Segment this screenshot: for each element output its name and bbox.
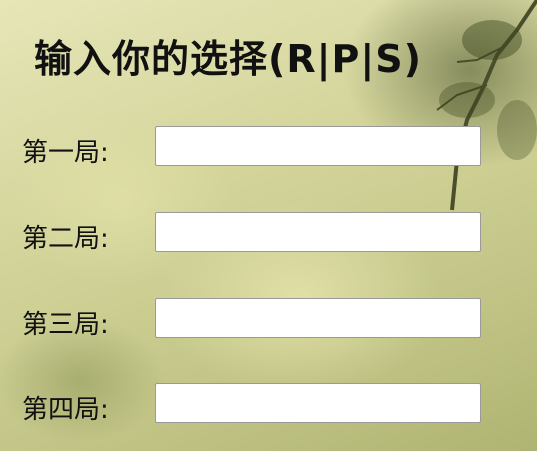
round-3-input[interactable]	[155, 298, 481, 338]
round-2-input[interactable]	[155, 212, 481, 252]
round-1-label: 第一局:	[22, 138, 109, 168]
page-title: 输入你的选择(R|P|S)	[34, 37, 422, 81]
round-4-row: 第四局:	[0, 383, 537, 425]
round-3-row: 第三局:	[0, 298, 537, 340]
round-3-label: 第三局:	[22, 310, 109, 340]
round-4-label: 第四局:	[22, 395, 109, 425]
round-2-label: 第二局:	[22, 224, 109, 254]
round-1-input[interactable]	[155, 126, 481, 166]
round-4-input[interactable]	[155, 383, 481, 423]
round-2-row: 第二局:	[0, 212, 537, 254]
round-1-row: 第一局:	[0, 126, 537, 168]
